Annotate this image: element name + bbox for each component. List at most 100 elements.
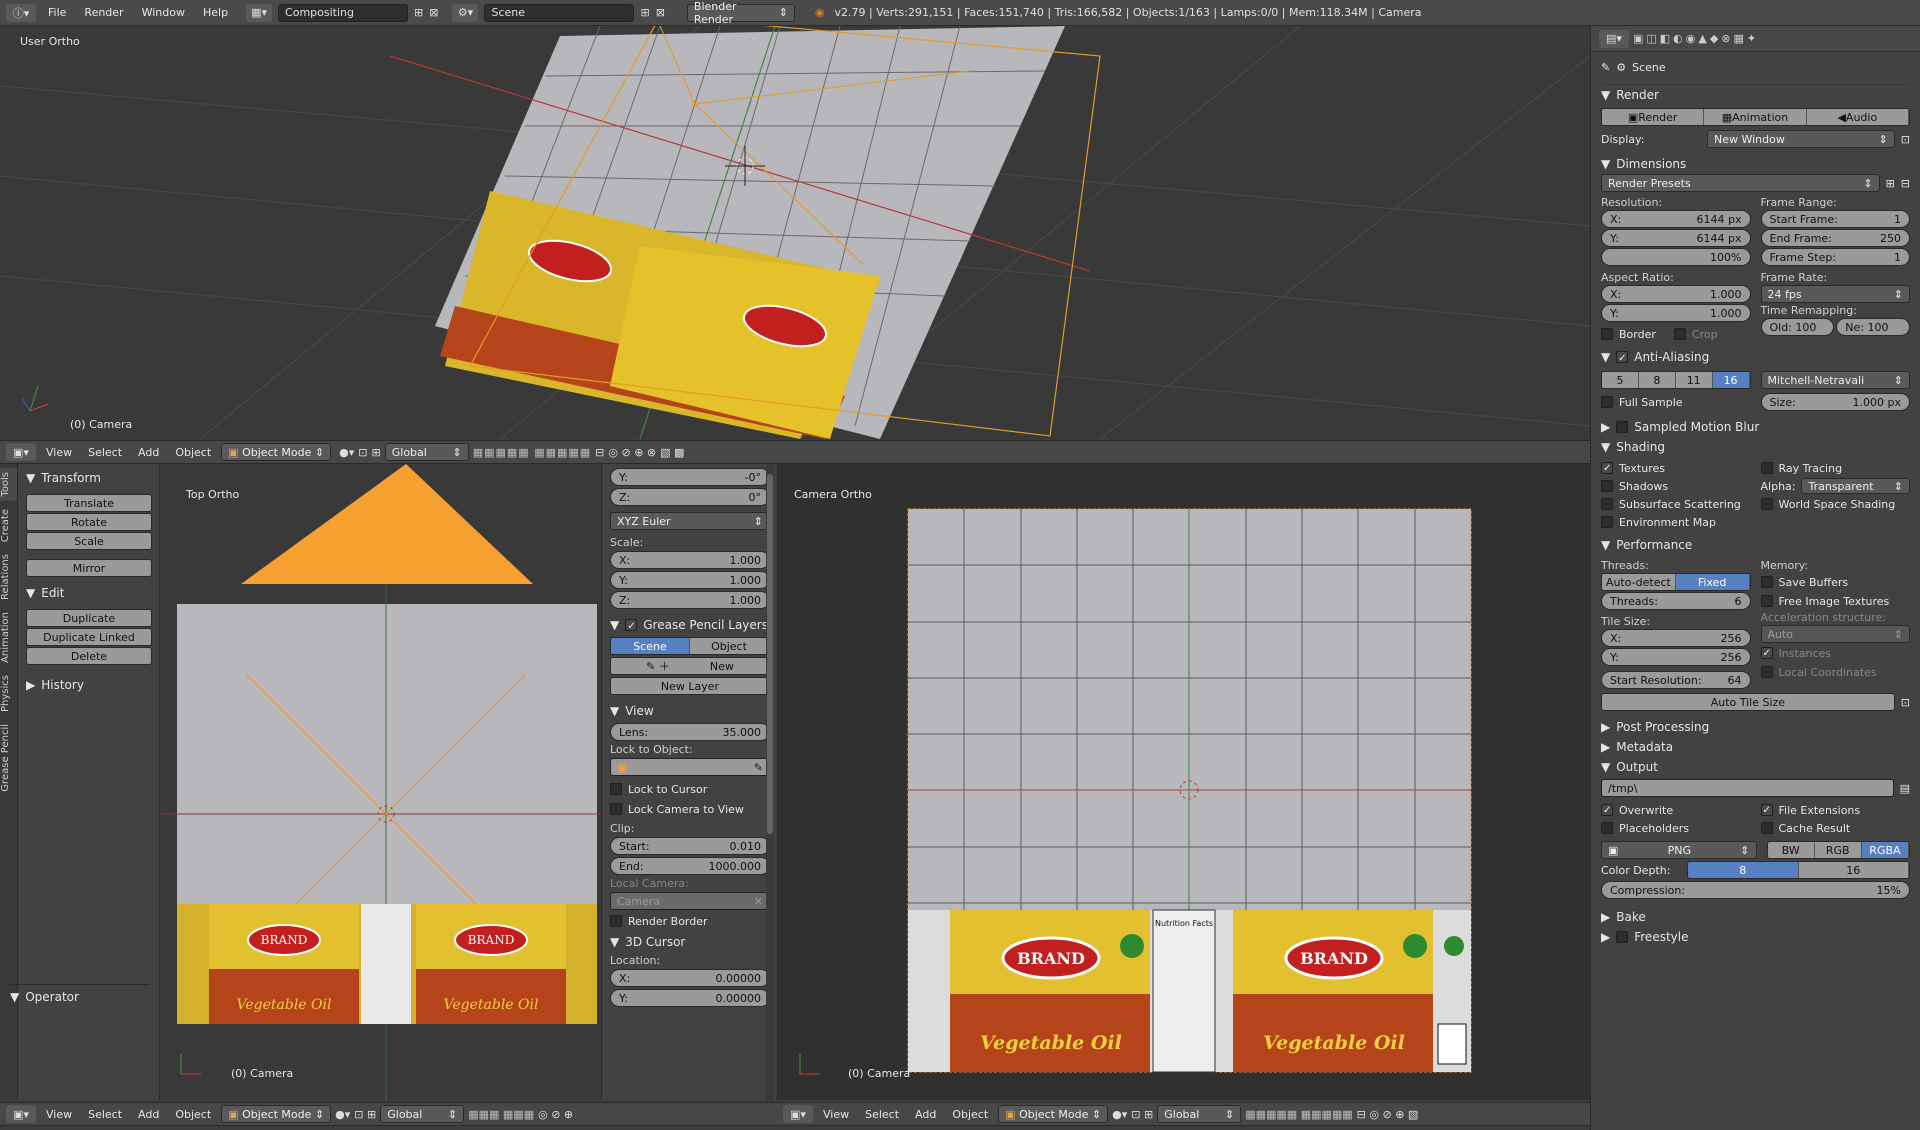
- layers-icon[interactable]: ▦▦▦ ▦▦▦: [468, 1108, 534, 1121]
- rotation-z-field[interactable]: Z: 0°: [610, 488, 770, 506]
- shading-icon[interactable]: ●▾: [339, 446, 354, 459]
- alpha-select[interactable]: Transparent ⇕: [1801, 478, 1910, 494]
- bw-button[interactable]: BW: [1767, 842, 1815, 858]
- aa-size-field[interactable]: Size: 1.000 px: [1760, 393, 1910, 411]
- render-icon[interactable]: ▧ ▩: [660, 446, 684, 459]
- operator-panel-header[interactable]: ▼ Operator: [10, 987, 150, 1007]
- layers-icon[interactable]: ▦▦▦▦▦ ▦▦▦▦▦: [1245, 1108, 1352, 1121]
- screen-layout-icon[interactable]: ▦▾: [246, 3, 273, 22]
- menu-view[interactable]: View: [817, 1108, 855, 1121]
- render-button[interactable]: ▣ Render: [1602, 109, 1705, 125]
- ray-tracing-checkbox[interactable]: [1760, 462, 1773, 474]
- orientation-select[interactable]: Global ⇕: [1157, 1105, 1242, 1123]
- tab-physics[interactable]: Physics: [0, 671, 17, 716]
- snap-icon[interactable]: ⊟ ◎ ⊘ ⊕ ▧: [1357, 1108, 1419, 1121]
- grease-pencil-panel-header[interactable]: ▼ Grease Pencil Layers: [610, 615, 770, 635]
- output-panel-header[interactable]: ▼ Output: [1601, 757, 1910, 777]
- aa-panel-header[interactable]: ▼ Anti-Aliasing: [1601, 347, 1910, 367]
- view-panel-header[interactable]: ▼ View: [610, 701, 770, 721]
- scale-button[interactable]: Scale: [26, 532, 152, 550]
- render-presets-select[interactable]: Render Presets ⇕: [1601, 174, 1880, 192]
- accel-select[interactable]: Auto ⇕: [1760, 625, 1910, 643]
- clip-start-field[interactable]: Start: 0.010: [610, 837, 770, 855]
- instances-checkbox[interactable]: [1760, 647, 1773, 659]
- remove-preset-icon[interactable]: ⊟: [1901, 177, 1910, 190]
- scene-icon[interactable]: ⚙▾: [452, 3, 479, 22]
- shadows-checkbox[interactable]: [1601, 480, 1613, 492]
- dimensions-panel-header[interactable]: ▼ Dimensions: [1601, 154, 1910, 174]
- context-tabs-icons[interactable]: ▣◫◧◐◉▲◆⊗▦✦: [1633, 32, 1759, 45]
- scale-y-field[interactable]: Y: 1.000: [610, 571, 770, 589]
- manipulator-icon[interactable]: ⊞: [372, 446, 381, 459]
- start-res-field[interactable]: Start Resolution: 64: [1601, 671, 1751, 689]
- orientation-select[interactable]: Global ⇕: [380, 1105, 465, 1123]
- pivot-icon[interactable]: ⊡ ⊞: [354, 1108, 376, 1121]
- remap-new-field[interactable]: Ne: 100: [1836, 318, 1910, 336]
- remove-scene-icon[interactable]: ⊠: [656, 6, 665, 19]
- menu-view[interactable]: View: [40, 446, 78, 459]
- border-checkbox[interactable]: [1601, 328, 1613, 340]
- res-x-field[interactable]: X: 6144 px: [1601, 210, 1751, 228]
- menu-window[interactable]: Window: [136, 6, 191, 19]
- orientation-select[interactable]: Global ⇕: [384, 443, 469, 461]
- aa-11[interactable]: 11: [1675, 372, 1713, 388]
- textures-checkbox[interactable]: [1601, 462, 1613, 474]
- viewport-user-ortho[interactable]: User Ortho (0) Camera: [0, 26, 1590, 439]
- free-tex-checkbox[interactable]: [1760, 595, 1773, 607]
- audio-button[interactable]: ◀ Audio: [1806, 109, 1909, 125]
- snap-icon[interactable]: ◎ ⊘ ⊕ ⊗: [608, 446, 656, 459]
- tab-grease-pencil[interactable]: Grease Pencil: [0, 720, 17, 796]
- placeholders-checkbox[interactable]: [1601, 822, 1613, 834]
- rgb-button[interactable]: RGB: [1814, 842, 1862, 858]
- menu-file[interactable]: File: [42, 6, 72, 19]
- new-layer-button[interactable]: New Layer: [610, 677, 770, 695]
- viewport-camera-ortho[interactable]: Nutrition Facts BRAND BRAND Vegetable Oi…: [777, 464, 1590, 1100]
- lock-cursor-checkbox[interactable]: [610, 783, 622, 795]
- cursor-x-field[interactable]: X: 0.00000: [610, 969, 770, 987]
- mirror-button[interactable]: Mirror: [26, 559, 152, 577]
- animation-button[interactable]: ▦ Animation: [1704, 109, 1807, 125]
- cursor-y-field[interactable]: Y: 0.00000: [610, 989, 770, 1007]
- add-scene-icon[interactable]: ⊞: [640, 6, 649, 19]
- info-icon[interactable]: ⓘ▾: [6, 3, 36, 22]
- threads-field[interactable]: Threads: 6: [1601, 592, 1751, 610]
- remap-old-field[interactable]: Old: 100: [1760, 318, 1835, 336]
- tab-tools[interactable]: Tools: [0, 468, 17, 501]
- shading-panel-header[interactable]: ▼ Shading: [1601, 437, 1910, 457]
- post-processing-header[interactable]: ▶ Post Processing: [1601, 717, 1910, 737]
- metadata-header[interactable]: ▶ Metadata: [1601, 737, 1910, 757]
- render-engine-select[interactable]: Blender Render ⇕: [686, 0, 795, 26]
- save-buffers-checkbox[interactable]: [1760, 576, 1773, 588]
- gp-object-button[interactable]: Object: [690, 638, 769, 654]
- performance-panel-header[interactable]: ▼ Performance: [1601, 535, 1910, 555]
- fixed-button[interactable]: Fixed: [1675, 574, 1750, 590]
- render-icon[interactable]: ⊡: [1901, 696, 1910, 709]
- aa-filter-select[interactable]: Mitchell-Netravali ⇕: [1760, 371, 1910, 389]
- menu-add[interactable]: Add: [132, 1108, 165, 1121]
- full-sample-checkbox[interactable]: [1601, 396, 1613, 408]
- sss-checkbox[interactable]: [1601, 498, 1613, 510]
- menu-help[interactable]: Help: [197, 6, 234, 19]
- layers-icon[interactable]: ▦▦▦▦▦ ▦▦▦▦▦: [473, 446, 591, 459]
- pin-icon[interactable]: ✎: [1601, 61, 1610, 74]
- add-preset-icon[interactable]: ⊞: [1886, 177, 1895, 190]
- depth-16-button[interactable]: 16: [1798, 862, 1909, 878]
- editor-type-icon[interactable]: ▣▾: [783, 1105, 813, 1123]
- menu-object[interactable]: Object: [946, 1108, 994, 1121]
- lock-cursor-row[interactable]: Lock to Cursor: [610, 780, 770, 798]
- aa-16[interactable]: 16: [1712, 372, 1750, 388]
- cache-result-checkbox[interactable]: [1760, 822, 1773, 834]
- mode-select[interactable]: ▣ Object Mode ⇕: [998, 1105, 1109, 1123]
- rotation-y-field[interactable]: Y: -0°: [610, 468, 770, 486]
- render-panel-header[interactable]: ▼ Render: [1601, 84, 1910, 104]
- rotation-mode-select[interactable]: XYZ Euler ⇕: [610, 512, 770, 530]
- menu-object[interactable]: Object: [169, 1108, 217, 1121]
- menu-select[interactable]: Select: [859, 1108, 905, 1121]
- editor-type-icon[interactable]: ▤▾: [1599, 29, 1629, 48]
- tab-animation[interactable]: Animation: [0, 608, 17, 667]
- rotate-button[interactable]: Rotate: [26, 513, 152, 531]
- transform-panel-header[interactable]: ▼ Transform: [26, 468, 152, 488]
- lock-object-field[interactable]: ▣ ✎: [610, 758, 770, 776]
- overwrite-checkbox[interactable]: [1601, 804, 1613, 816]
- autodetect-button[interactable]: Auto-detect: [1602, 574, 1676, 590]
